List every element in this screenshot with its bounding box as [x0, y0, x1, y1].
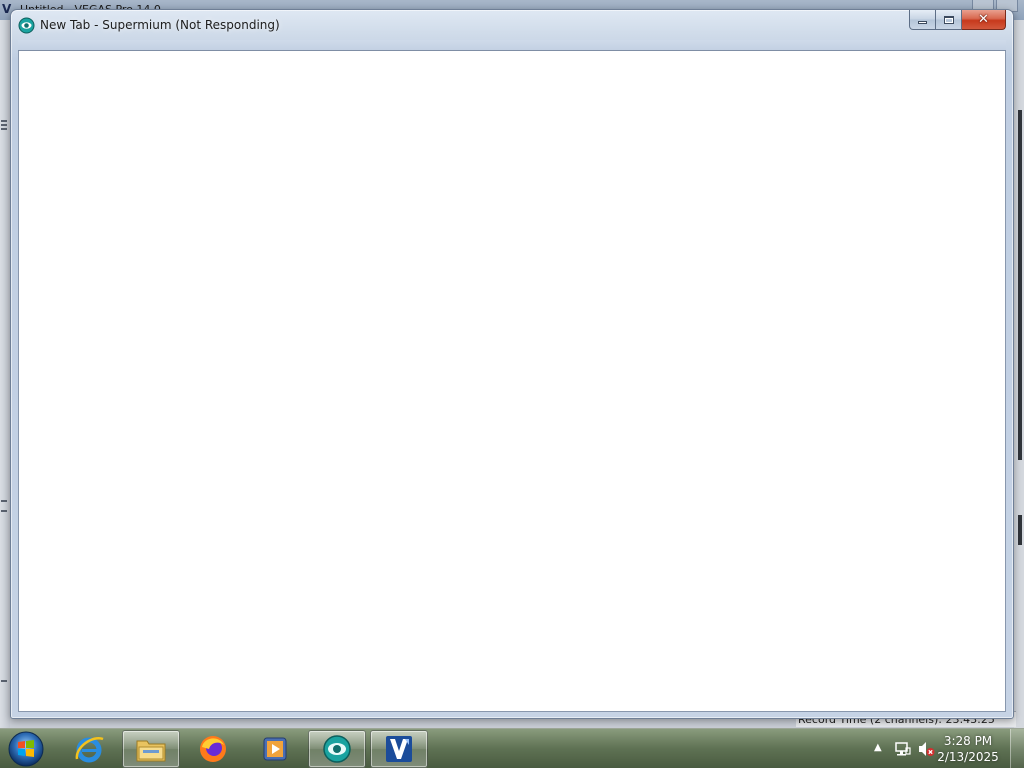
clock-date: 2/13/2025 — [937, 750, 999, 764]
background-app-left-edge — [0, 20, 10, 728]
close-icon: ✕ — [978, 12, 989, 27]
volume-muted-icon[interactable] — [917, 740, 935, 758]
supermium-icon — [18, 17, 35, 34]
firefox-icon — [200, 736, 226, 762]
supermium-window: New Tab - Supermium (Not Responding) ✕ — [10, 9, 1014, 719]
media-player-icon — [263, 737, 287, 761]
windows-start-orb-icon — [8, 731, 44, 767]
show-hidden-icons-button[interactable]: ▲ — [874, 742, 882, 753]
taskbar-file-explorer[interactable] — [122, 730, 180, 768]
vegas-pro-icon — [386, 736, 412, 762]
taskbar-supermium[interactable] — [308, 730, 366, 768]
minimize-icon — [918, 21, 927, 24]
clock[interactable]: 3:28 PM 2/13/2025 — [935, 733, 1001, 765]
maximize-icon — [943, 15, 954, 24]
window-frame-strip — [18, 40, 1006, 51]
internet-explorer-icon — [75, 736, 104, 763]
file-explorer-icon — [136, 740, 166, 762]
window-content-area[interactable] — [18, 51, 1006, 712]
taskbar-internet-explorer[interactable] — [60, 730, 118, 768]
network-icon[interactable] — [894, 740, 912, 758]
maximize-button[interactable] — [936, 10, 962, 30]
show-desktop-button[interactable] — [1010, 729, 1024, 768]
clock-time: 3:28 PM — [943, 734, 993, 748]
window-titlebar[interactable]: New Tab - Supermium (Not Responding) ✕ — [11, 10, 1013, 40]
start-button[interactable] — [6, 730, 46, 768]
close-button[interactable]: ✕ — [962, 10, 1006, 30]
supermium-icon — [323, 735, 351, 763]
taskbar: ▲ 3:28 PM 2/13/2025 — [0, 728, 1024, 768]
taskbar-media-player[interactable] — [246, 730, 304, 768]
minimize-button[interactable] — [909, 10, 936, 30]
window-controls: ✕ — [909, 10, 1006, 31]
window-title: New Tab - Supermium (Not Responding) — [40, 18, 280, 32]
system-tray: ▲ 3:28 PM 2/13/2025 — [864, 729, 1024, 768]
taskbar-vegas-pro[interactable] — [370, 730, 428, 768]
background-app-right-edge — [1014, 20, 1024, 728]
taskbar-firefox[interactable] — [184, 730, 242, 768]
